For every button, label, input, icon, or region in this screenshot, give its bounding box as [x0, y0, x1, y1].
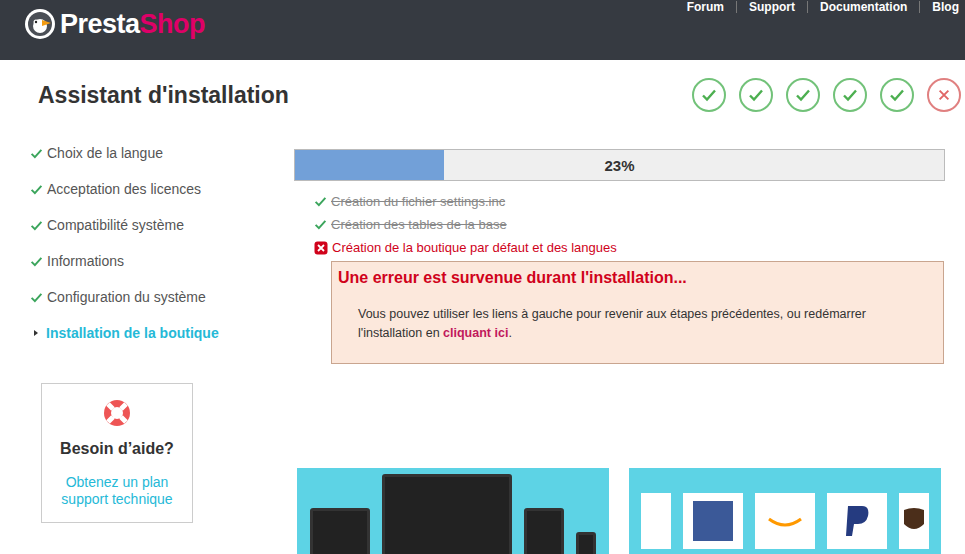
step-circle: [880, 78, 914, 112]
check-icon: [314, 195, 327, 208]
nav-link[interactable]: Support: [736, 1, 807, 13]
error-icon: [314, 241, 328, 255]
error-message: Vous pouvez utiliser les liens à gauche …: [338, 305, 933, 343]
nav-link[interactable]: Forum: [675, 1, 736, 13]
restart-link[interactable]: cliquant ici: [443, 326, 508, 340]
check-icon: [748, 87, 764, 103]
error-box: Une erreur est survenue durant l'install…: [331, 261, 944, 364]
top-bar: PrestaShop ForumSupportDocumentationBlog: [0, 0, 965, 60]
arrow-icon: [30, 330, 42, 336]
check-icon: [30, 183, 43, 196]
video-logo-icon: [641, 493, 671, 549]
step-indicators: [692, 78, 961, 112]
puffin-logo-icon: [24, 8, 56, 40]
help-link[interactable]: Obtenez un plan support technique: [52, 474, 182, 508]
page-title: Assistant d'installation: [38, 81, 289, 109]
task-list: Création du fichier settings.incCréation…: [294, 190, 945, 259]
shipping-logo-icon: [899, 493, 929, 549]
step-circle: [927, 78, 961, 112]
content: 23%Création du fichier settings.incCréat…: [294, 120, 945, 554]
check-icon: [30, 291, 43, 304]
step-circle: [786, 78, 820, 112]
sidebar-item[interactable]: Choix de la langue: [30, 135, 294, 171]
top-nav: ForumSupportDocumentationBlog: [675, 0, 961, 13]
help-box: Besoin d’aide? Obtenez un plan support te…: [41, 383, 193, 523]
title-row: Assistant d'installation: [0, 70, 965, 120]
sidebar-item[interactable]: Installation de la boutique: [30, 315, 294, 351]
devices-banner[interactable]: [297, 468, 609, 554]
sidebar-item[interactable]: Informations: [30, 243, 294, 279]
check-icon: [30, 255, 43, 268]
logo[interactable]: PrestaShop: [24, 0, 205, 40]
sidebar-item[interactable]: Acceptation des licences: [30, 171, 294, 207]
tablet-icon: [524, 508, 564, 554]
progress-bar: 23%: [294, 149, 945, 181]
error-title: Une erreur est survenue durant l'install…: [338, 268, 933, 288]
lifebuoy-icon: [102, 398, 132, 428]
check-icon: [795, 87, 811, 103]
sidebar-item[interactable]: Compatibilité système: [30, 207, 294, 243]
step-circle: [739, 78, 773, 112]
shop-logo-icon: [755, 493, 815, 549]
laptop-icon: [310, 508, 370, 554]
partners-banner[interactable]: [629, 468, 941, 554]
sidebar-item[interactable]: Configuration du système: [30, 279, 294, 315]
cross-icon: [937, 88, 951, 102]
check-icon: [30, 147, 43, 160]
payment-logo-icon: [827, 493, 887, 549]
step-circle: [692, 78, 726, 112]
nav-link[interactable]: Documentation: [807, 1, 919, 13]
banners: [297, 468, 945, 554]
check-icon: [842, 87, 858, 103]
task-item: Création des tables de la base: [314, 213, 945, 236]
task-item: Création du fichier settings.inc: [314, 190, 945, 213]
phone-icon: [576, 532, 596, 554]
check-icon: [889, 87, 905, 103]
check-icon: [701, 87, 717, 103]
step-circle: [833, 78, 867, 112]
check-icon: [30, 219, 43, 232]
social-logo-icon: [683, 493, 743, 549]
task-item: Création de la boutique par défaut et de…: [314, 236, 945, 259]
progress-reading: 23%: [604, 157, 634, 174]
help-title: Besoin d’aide?: [60, 440, 174, 458]
progress-fill: [295, 150, 444, 180]
nav-link[interactable]: Blog: [919, 1, 961, 13]
sidebar: Choix de la langueAcceptation des licenc…: [0, 120, 294, 554]
monitor-icon: [382, 474, 512, 554]
check-icon: [314, 218, 327, 231]
